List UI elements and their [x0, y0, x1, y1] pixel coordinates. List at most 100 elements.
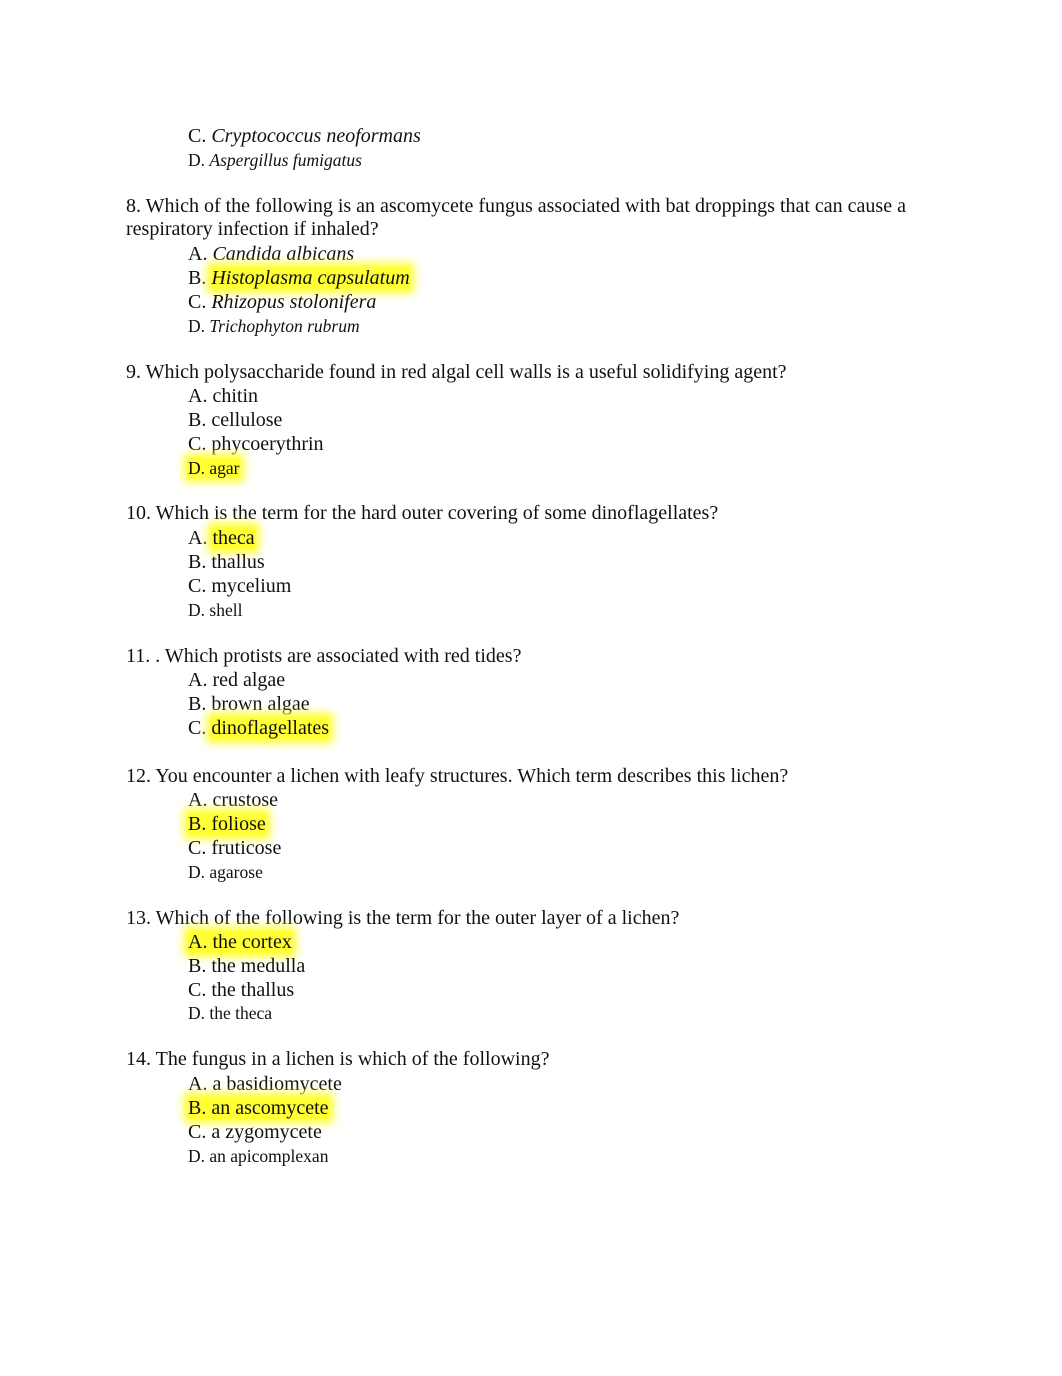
- option-a: A. crustose: [188, 788, 278, 812]
- option-c: C. Cryptococcus neoformans: [188, 124, 421, 148]
- option-d: D. an apicomplexan: [188, 1144, 328, 1168]
- option-text: an ascomycete: [211, 1097, 329, 1119]
- option-text: thallus: [211, 551, 265, 573]
- option-letter: C.: [188, 979, 207, 1001]
- question-number: 10.: [126, 502, 151, 524]
- option-letter: D.: [188, 150, 206, 170]
- option-text: agar: [209, 458, 240, 478]
- highlighted-answer: A. the cortex: [188, 931, 292, 953]
- question-number: 11.: [126, 645, 151, 667]
- option-a-highlighted: A. theca: [188, 526, 255, 550]
- option-a: A. Candida albicans: [188, 242, 354, 266]
- question-13: 13. Which of the following is the term f…: [126, 907, 946, 930]
- question-9: 9. Which polysaccharide found in red alg…: [126, 361, 946, 384]
- option-b-highlighted: B. Histoplasma capsulatum: [188, 266, 410, 290]
- option-text: crustose: [212, 789, 278, 811]
- option-text: brown algae: [211, 693, 310, 715]
- option-letter: A.: [188, 931, 208, 953]
- option-letter: A.: [188, 1073, 208, 1095]
- question-number: 9.: [126, 361, 141, 383]
- option-text: the cortex: [212, 931, 292, 953]
- option-b: B. the medulla: [188, 954, 305, 978]
- option-d-highlighted: D. agar: [188, 456, 240, 480]
- option-letter: D.: [188, 862, 206, 882]
- option-letter: B.: [188, 551, 207, 573]
- option-letter: C.: [188, 291, 207, 313]
- option-c-highlighted: C. dinoflagellates: [188, 716, 330, 740]
- option-c: C. phycoerythrin: [188, 432, 324, 456]
- option-text: theca: [212, 527, 255, 549]
- option-letter: C.: [188, 433, 207, 455]
- question-number: 8.: [126, 195, 141, 217]
- option-a-highlighted: A. the cortex: [188, 930, 292, 954]
- option-d: D. Aspergillus fumigatus: [188, 148, 362, 172]
- option-d: D. the theca: [188, 1001, 272, 1025]
- option-letter: B.: [188, 267, 207, 289]
- option-letter: D.: [188, 600, 206, 620]
- option-text: dinoflagellates: [211, 717, 330, 739]
- option-text: Rhizopus stolonifera: [211, 291, 377, 313]
- option-letter: C.: [188, 125, 207, 147]
- question-text: Which of the following is the term for t…: [155, 907, 680, 929]
- option-text: Candida albicans: [212, 243, 355, 265]
- option-d: D. agarose: [188, 860, 263, 884]
- option-b: B. cellulose: [188, 408, 282, 432]
- question-14: 14. The fungus in a lichen is which of t…: [126, 1048, 946, 1071]
- option-text: Aspergillus fumigatus: [209, 150, 362, 170]
- option-text: the medulla: [211, 955, 306, 977]
- question-12: 12. You encounter a lichen with leafy st…: [126, 765, 946, 788]
- option-a: A. chitin: [188, 384, 258, 408]
- option-text: the thallus: [211, 979, 295, 1001]
- option-c: C. a zygomycete: [188, 1120, 322, 1144]
- option-letter: C.: [188, 717, 207, 739]
- document-page: C. Cryptococcus neoformans D. Aspergillu…: [0, 0, 1062, 1376]
- option-letter: C.: [188, 1121, 207, 1143]
- highlighted-answer: B. foliose: [188, 813, 266, 835]
- option-letter: B.: [188, 693, 207, 715]
- option-text: red algae: [212, 669, 286, 691]
- option-text: Cryptococcus neoformans: [211, 125, 421, 147]
- question-text: You encounter a lichen with leafy struct…: [155, 765, 789, 787]
- option-letter: A.: [188, 243, 208, 265]
- option-letter: B.: [188, 955, 207, 977]
- option-text: a basidiomycete: [212, 1073, 342, 1095]
- option-letter: C.: [188, 575, 207, 597]
- option-letter: B.: [188, 409, 207, 431]
- option-letter: A.: [188, 527, 208, 549]
- option-text: Histoplasma capsulatum: [211, 267, 410, 289]
- option-letter: A.: [188, 789, 208, 811]
- option-text: shell: [209, 600, 243, 620]
- option-text: agarose: [209, 862, 263, 882]
- option-letter: D.: [188, 316, 206, 336]
- question-11: 11. . Which protists are associated with…: [126, 645, 946, 668]
- highlighted-answer: D. agar: [188, 458, 240, 478]
- option-text: cellulose: [211, 409, 283, 431]
- option-d: D. Trichophyton rubrum: [188, 314, 360, 338]
- question-8: 8. Which of the following is an ascomyce…: [126, 195, 946, 241]
- option-text: Trichophyton rubrum: [209, 316, 360, 336]
- question-text: Which is the term for the hard outer cov…: [155, 502, 719, 524]
- option-c: C. Rhizopus stolonifera: [188, 290, 376, 314]
- option-a: A. red algae: [188, 668, 285, 692]
- question-number: 13.: [126, 907, 151, 929]
- option-text: the theca: [209, 1003, 273, 1023]
- option-text: foliose: [211, 813, 266, 835]
- question-text: . Which protists are associated with red…: [155, 645, 522, 667]
- option-letter: D.: [188, 1003, 206, 1023]
- option-letter: B.: [188, 1097, 207, 1119]
- question-text: The fungus in a lichen is which of the f…: [155, 1048, 550, 1070]
- option-a: A. a basidiomycete: [188, 1072, 342, 1096]
- option-b: B. thallus: [188, 550, 265, 574]
- option-d: D. shell: [188, 598, 242, 622]
- option-c: C. fruticose: [188, 836, 281, 860]
- option-text: a zygomycete: [211, 1121, 322, 1143]
- highlighted-answer: B. an ascomycete: [188, 1097, 329, 1119]
- option-text: phycoerythrin: [211, 433, 324, 455]
- option-letter: B.: [188, 813, 207, 835]
- question-number: 12.: [126, 765, 151, 787]
- option-c: C. the thallus: [188, 978, 294, 1002]
- question-text: Which of the following is an ascomycete …: [126, 195, 906, 240]
- question-number: 14.: [126, 1048, 151, 1070]
- option-letter: D.: [188, 458, 206, 478]
- option-letter: A.: [188, 669, 208, 691]
